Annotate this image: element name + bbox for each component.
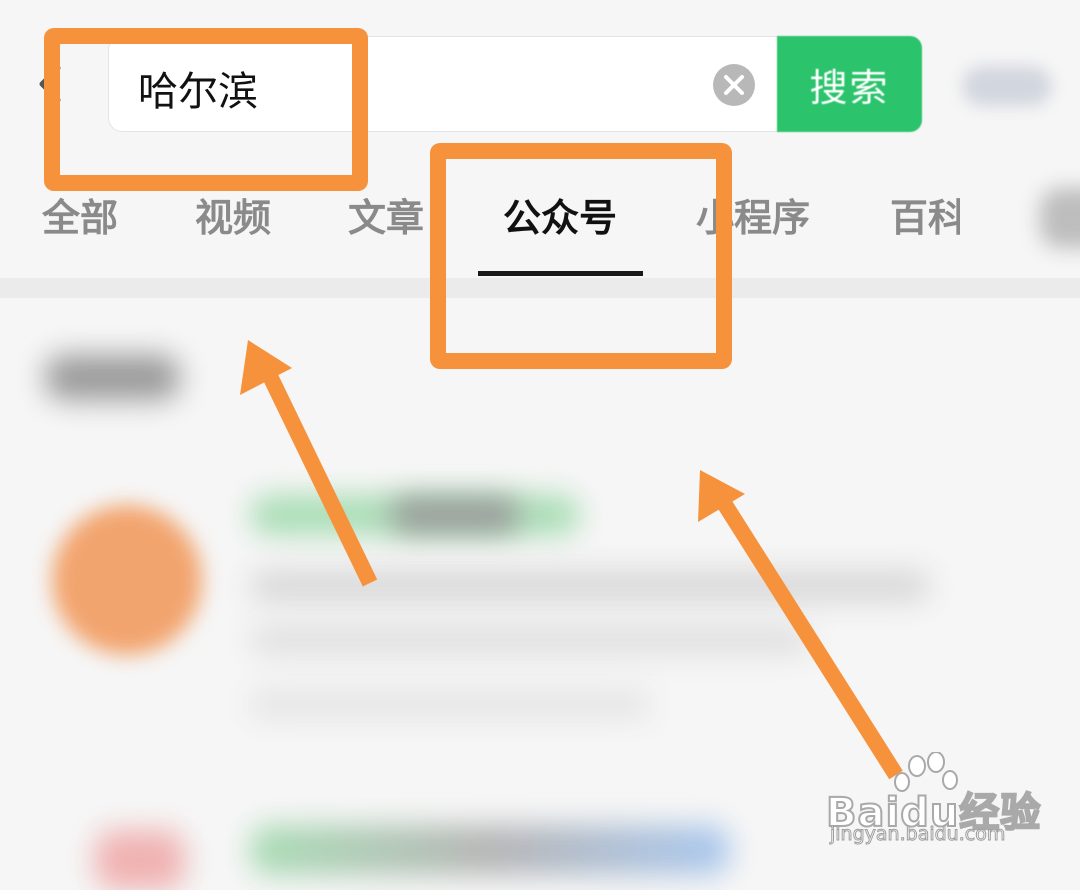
annotation-arrows bbox=[240, 340, 903, 780]
annotation-arrow-right bbox=[698, 470, 903, 780]
wechat-search-screen: 搜索 全部 视频 文章 公众号 小程序 百科 Baid bbox=[0, 0, 1080, 890]
watermark-url: jingyan.baidu.com bbox=[829, 823, 1006, 846]
annotation-arrow-left bbox=[240, 340, 378, 587]
